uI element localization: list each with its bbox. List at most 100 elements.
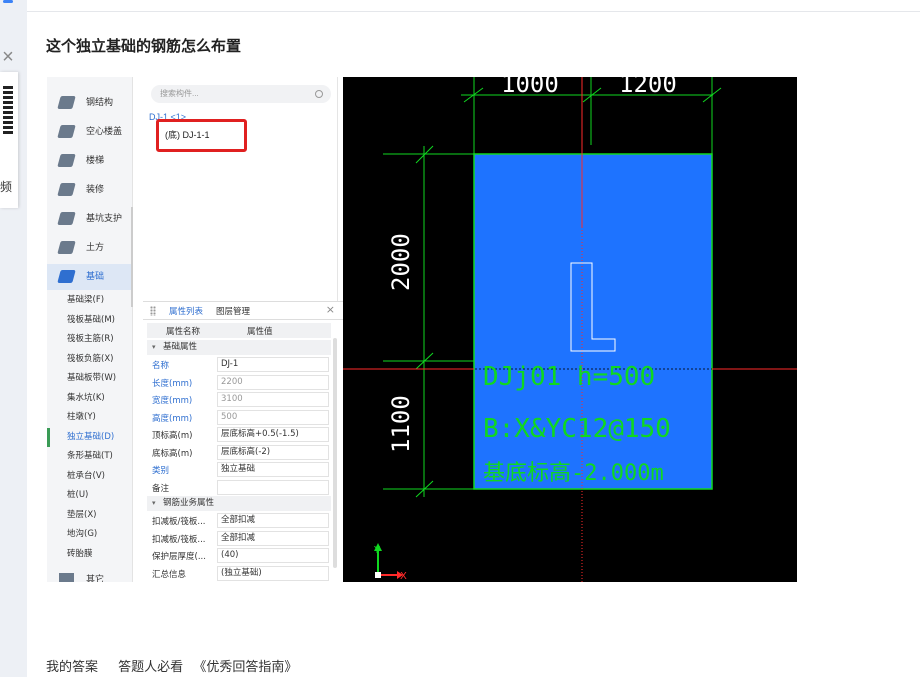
props-row: 顶标高(m) 层底标高+0.5(-1.5) [147, 426, 331, 443]
nav-sub-item[interactable]: 地沟(G) [47, 525, 133, 544]
props-section-rebar[interactable]: 钢筋业务属性 [147, 496, 331, 511]
props-scrollbar[interactable] [333, 338, 337, 568]
red-highlight-box [156, 119, 247, 152]
prop-value[interactable]: 全部扣减 [217, 530, 329, 546]
screenshot-image: 钢结构空心楼盖楼梯装修基坑支护土方基础基础梁(F) 筏板基础(M) 筏板主筋(R) 筏… [47, 77, 797, 582]
page: × 频 这个独立基础的钢筋怎么布置 钢结构空心楼盖楼梯装修基坑支护土方基础基础梁… [0, 0, 920, 677]
prop-value[interactable]: 3100 [217, 392, 329, 407]
nav-sub-item[interactable]: 基础梁(F) [47, 291, 133, 310]
prop-key: 汇总信息 [152, 569, 187, 580]
dim-2000: 2000 [387, 233, 415, 291]
nav-item-0[interactable]: 钢结构 [47, 90, 133, 116]
side-tab[interactable]: 频 [0, 72, 18, 208]
close-icon[interactable]: × [0, 47, 16, 67]
props-row: 名称 DJ-1 [147, 356, 331, 373]
prop-value[interactable]: 全部扣减 [217, 513, 329, 528]
nav-sub-item[interactable]: 桩承台(V) [47, 467, 133, 486]
prop-value[interactable]: (40) [217, 548, 329, 563]
side-tab-logo [3, 86, 13, 136]
drag-grip-icon[interactable] [150, 306, 156, 316]
prop-value[interactable]: DJ-1 [217, 357, 329, 372]
dim-1000: 1000 [501, 77, 559, 98]
nav-item-6[interactable]: 基础 [47, 264, 133, 290]
prop-value[interactable]: 独立基础 [217, 462, 329, 477]
nav-sub-item[interactable]: 砖胎膜 [47, 545, 133, 564]
module-nav: 钢结构空心楼盖楼梯装修基坑支护土方基础基础梁(F) 筏板基础(M) 筏板主筋(R) 筏… [47, 77, 133, 582]
props-row: 长度(mm) 2200 [147, 374, 331, 391]
top-divider [27, 11, 920, 12]
prop-key: 名称 [152, 361, 170, 371]
prop-value[interactable]: (独立基础) [217, 565, 329, 581]
nav-item-3[interactable]: 装修 [47, 177, 133, 203]
nav-item-other[interactable]: 其它 [47, 567, 133, 582]
foundation-icon [57, 270, 76, 283]
col-value: 属性值 [247, 327, 273, 337]
component-search[interactable]: 搜索构件... [151, 85, 331, 103]
foundation-label-name: DJj01 h=500 [483, 362, 655, 392]
props-row: 宽度(mm) 3100 [147, 391, 331, 408]
nav-sub-item[interactable]: 垫层(X) [47, 506, 133, 525]
nav-item-label: 其它 [86, 575, 105, 582]
props-table-header: 属性名称 属性值 [147, 323, 331, 338]
prop-value[interactable] [217, 479, 329, 495]
foundation-label-rebar: B:X&YC12@150 [483, 414, 671, 444]
guide-link[interactable]: 《优秀回答指南》 [193, 660, 297, 675]
properties-panel: 属性列表 图层管理 × 属性名称 属性值 基础属性名称 DJ-1 长度(mm) 220… [143, 301, 343, 582]
steel-structure-icon [57, 96, 76, 109]
nav-item-label: 空心楼盖 [86, 127, 123, 137]
my-answer-link[interactable]: 我的答案 [46, 660, 98, 675]
cad-canvas[interactable]: 1000 1200 2000 1100 DJj01 h=500 B:X&YC12… [343, 77, 797, 582]
props-row: 扣减板/筏板... 全部扣减 [147, 530, 331, 547]
tab-properties[interactable]: 属性列表 [169, 305, 203, 317]
side-tab-char: 频 [0, 180, 13, 194]
nav-sub-item[interactable]: 基础板带(W) [47, 369, 133, 388]
search-icon[interactable] [315, 90, 323, 98]
prop-value[interactable]: 层底标高(-2) [217, 444, 329, 460]
nav-sub-item[interactable]: 筏板负筋(X) [47, 350, 133, 369]
nav-sub-item[interactable]: 独立基础(D) [47, 427, 133, 447]
stairs-icon [57, 154, 76, 167]
col-name: 属性名称 [165, 327, 200, 337]
props-row: 高度(mm) 500 [147, 409, 331, 426]
props-row: 类别 独立基础 [147, 461, 331, 478]
nav-item-1[interactable]: 空心楼盖 [47, 119, 133, 145]
axis-y-label: Y [373, 545, 381, 556]
props-row: 备注 [147, 479, 331, 496]
must-read-link[interactable]: 答题人必看 [118, 660, 183, 675]
pit-support-icon [57, 212, 76, 225]
prop-key: 扣减板/筏板... [152, 517, 206, 527]
nav-sub-item[interactable]: 桩(U) [47, 486, 133, 505]
nav-sub-item[interactable]: 集水坑(K) [47, 389, 133, 408]
footer-links: 我的答案 答题人必看 《优秀回答指南》 [46, 656, 313, 675]
nav-item-label: 楼梯 [86, 156, 105, 166]
nav-item-4[interactable]: 基坑支护 [47, 206, 133, 232]
nav-sub-item[interactable]: 筏板主筋(R) [47, 330, 133, 349]
prop-key: 高度(mm) [152, 413, 193, 424]
prop-key: 顶标高(m) [152, 431, 193, 441]
prop-value[interactable]: 层底标高+0.5(-1.5) [217, 427, 329, 442]
nav-sub-item[interactable]: 条形基础(T) [47, 447, 133, 466]
nav-item-label: 土方 [86, 243, 105, 253]
prop-key: 保护层厚度(... [152, 552, 206, 562]
nav-sub-item[interactable]: 柱墩(Y) [47, 408, 133, 427]
props-row: 保护层厚度(... (40) [147, 547, 331, 564]
hollow-floor-icon [57, 125, 76, 138]
nav-item-label: 基础 [86, 272, 105, 282]
prop-key: 扣减板/筏板... [152, 534, 206, 545]
props-close-icon[interactable]: × [326, 303, 335, 316]
question-title: 这个独立基础的钢筋怎么布置 [46, 37, 242, 55]
nav-scrollbar[interactable] [131, 207, 133, 307]
top-accent [3, 0, 13, 3]
prop-value[interactable]: 500 [217, 409, 329, 425]
other-icon [59, 573, 74, 582]
nav-item-5[interactable]: 土方 [47, 235, 133, 261]
nav-item-2[interactable]: 楼梯 [47, 148, 133, 174]
prop-key: 类别 [152, 466, 170, 476]
prop-value[interactable]: 2200 [217, 374, 329, 390]
props-tabbar: 属性列表 图层管理 × [143, 302, 343, 320]
props-row: 扣减板/筏板... 全部扣减 [147, 512, 331, 529]
dim-1200: 1200 [619, 77, 677, 98]
props-section-basic[interactable]: 基础属性 [147, 340, 331, 355]
tab-layers[interactable]: 图层管理 [216, 305, 250, 317]
nav-sub-item[interactable]: 筏板基础(M) [47, 311, 133, 330]
